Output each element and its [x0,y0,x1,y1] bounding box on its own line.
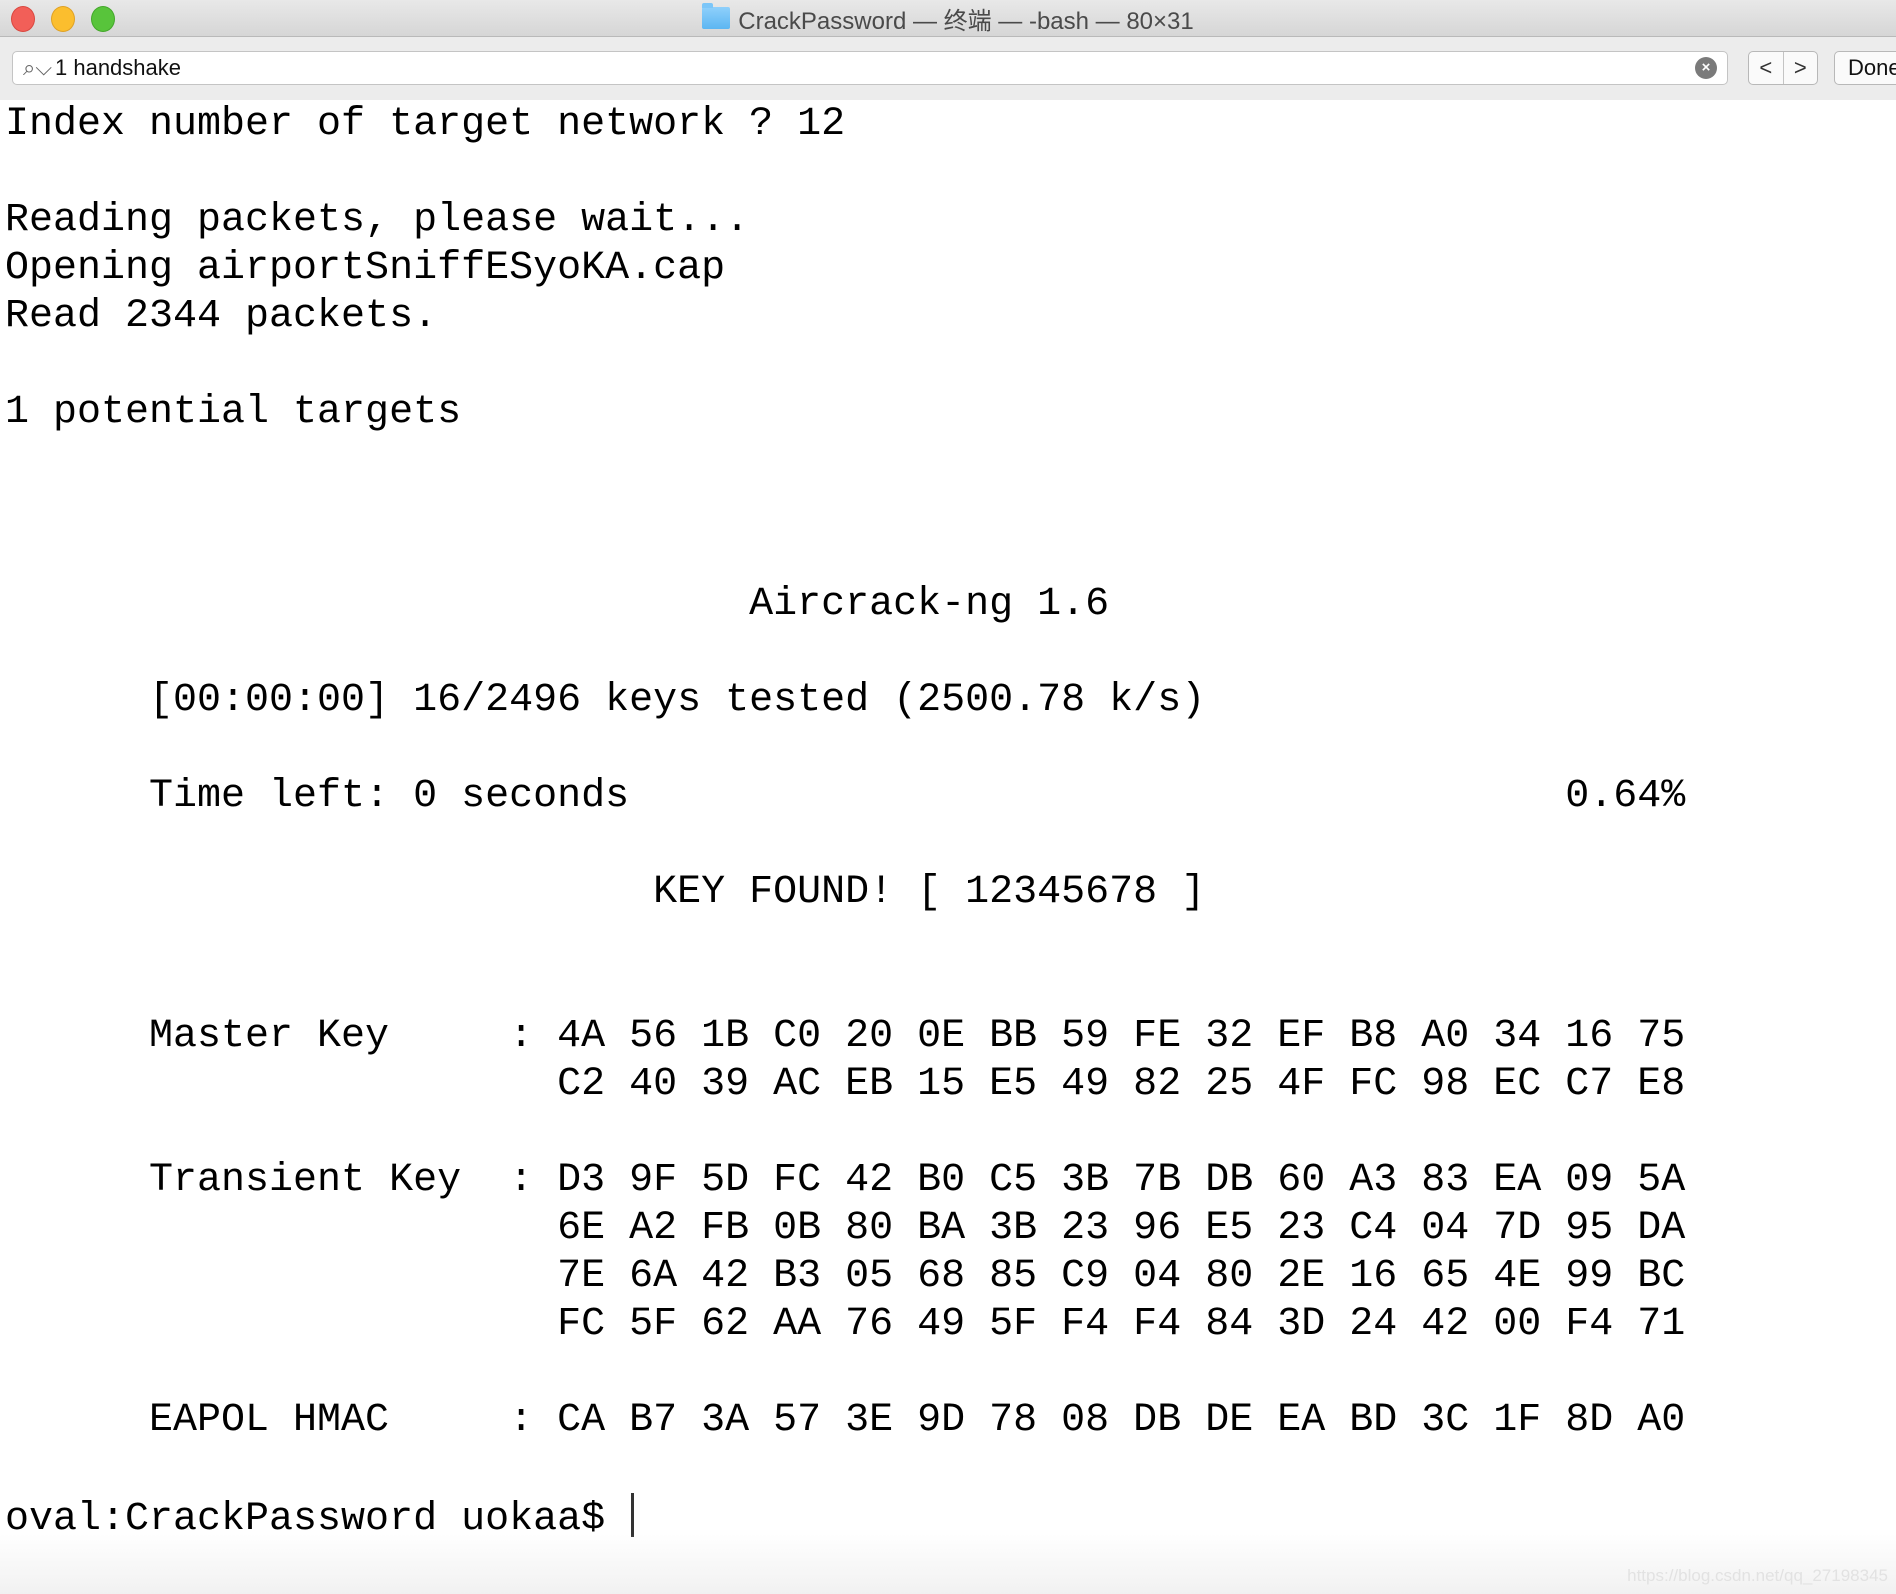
shell-prompt: oval:CrackPassword uokaa$ [5,1497,630,1542]
terminal-line: Reading packets, please wait... [5,198,750,243]
terminal-line: FC 5F 62 AA 76 49 5F F4 F4 84 3D 24 42 0… [5,1302,1686,1347]
terminal-line: Master Key : 4A 56 1B C0 20 0E BB 59 FE … [5,1014,1686,1059]
terminal-line: KEY FOUND! [ 12345678 ] [5,870,1206,915]
window-title-text: CrackPassword — 终端 — -bash — 80×31 [738,7,1194,35]
terminal-line: oval:CrackPassword uokaa$ [5,1493,1896,1542]
title-bar: CrackPassword — 终端 — -bash — 80×31 [0,0,1896,37]
find-input[interactable] [55,55,1695,81]
terminal-line: [00:00:00] 16/2496 keys tested (2500.78 … [5,678,1206,723]
find-field[interactable]: ⌕⌵ × [12,51,1728,85]
terminal-line: Index number of target network ? 12 [5,102,846,147]
find-next-button[interactable]: > [1782,52,1818,84]
terminal-line: Time left: 0 seconds 0.64% [5,774,1686,819]
terminal-output[interactable]: Index number of target network ? 12 Readi… [5,101,1896,1542]
terminal-line: Read 2344 packets. [5,294,438,339]
text-cursor [631,1493,635,1537]
terminal-line: Transient Key : D3 9F 5D FC 42 B0 C5 3B … [5,1158,1686,1203]
terminal-line: 1 potential targets [5,390,462,435]
clear-search-icon[interactable]: × [1695,57,1717,79]
find-previous-button[interactable]: < [1749,52,1783,84]
bottom-fade [0,1534,1896,1594]
terminal-line: C2 40 39 AC EB 15 E5 49 82 25 4F FC 98 E… [5,1062,1686,1107]
terminal-line: 7E 6A 42 B3 05 68 85 C9 04 80 2E 16 65 4… [5,1254,1686,1299]
find-navigation: < > [1748,51,1818,85]
folder-icon [702,3,731,29]
terminal-line: Opening airportSniffESyoKA.cap [5,246,726,291]
watermark: https://blog.csdn.net/qq_27198345 [1627,1566,1888,1585]
window-title: CrackPassword — 终端 — -bash — 80×31 [0,0,1896,36]
search-icon[interactable]: ⌕⌵ [23,55,55,81]
find-bar: ⌕⌵ × < > Done [0,37,1896,100]
terminal-line: EAPOL HMAC : CA B7 3A 57 3E 9D 78 08 DB … [5,1398,1686,1443]
done-button[interactable]: Done [1834,51,1896,85]
terminal-line: 6E A2 FB 0B 80 BA 3B 23 96 E5 23 C4 04 7… [5,1206,1686,1251]
terminal-line: Aircrack-ng 1.6 [5,582,1110,627]
